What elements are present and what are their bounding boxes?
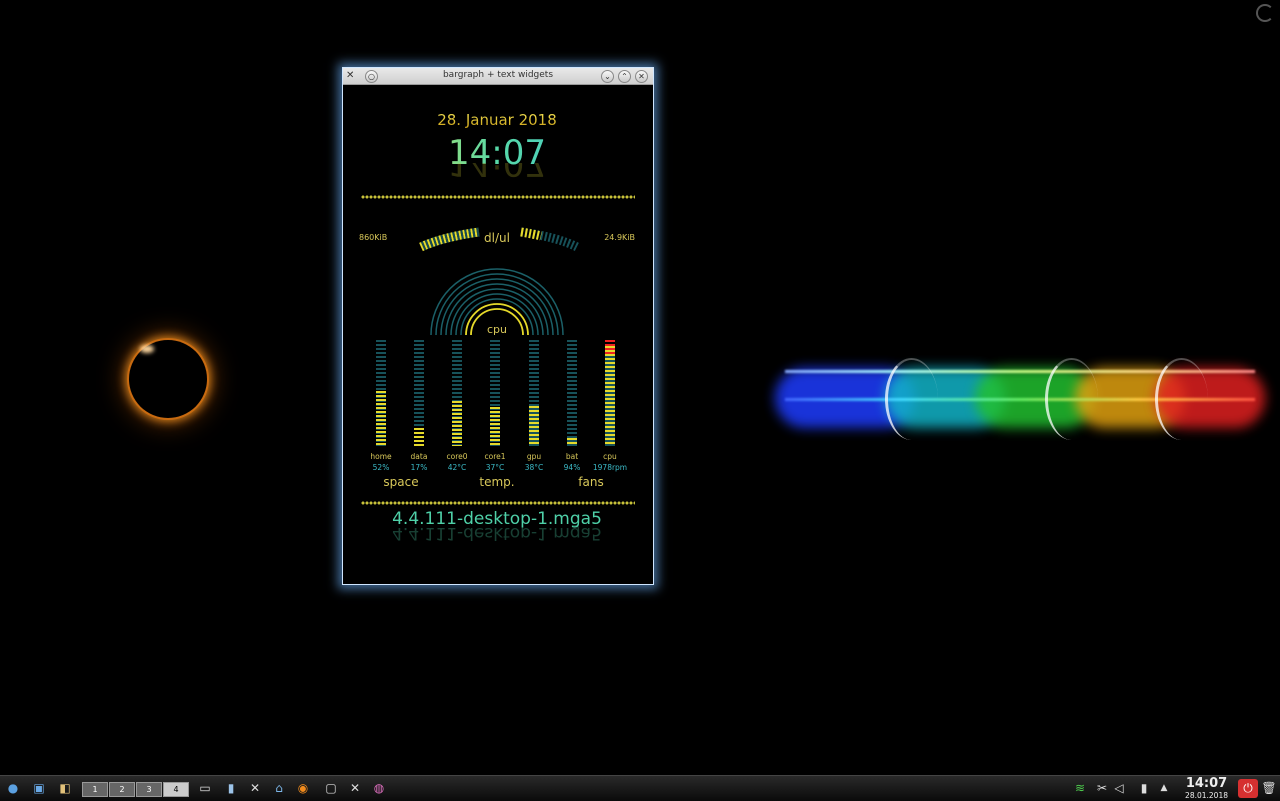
desktop-corner-icon[interactable] (1256, 4, 1274, 22)
bar-core1 (490, 340, 500, 446)
desktop-pager-4[interactable]: 4 (163, 782, 189, 797)
tray-clock-time: 14:07 (1185, 776, 1228, 791)
bar-fill-gpu (529, 406, 539, 446)
window-titlebar[interactable]: ✕ ○ bargraph + text widgets ⌄ ⌃ ✕ (343, 68, 653, 85)
power-icon[interactable]: ⏻ (1238, 779, 1258, 798)
window-minimize-button[interactable]: ⌄ (601, 70, 614, 83)
widget-window[interactable]: ✕ ○ bargraph + text widgets ⌄ ⌃ ✕ 28. Ja… (342, 67, 654, 585)
bar-cpu (605, 340, 615, 446)
show-desktop-icon[interactable]: ▣ (30, 780, 48, 797)
bar-value-cpu: 1978rpm (592, 463, 628, 472)
bar-value-gpu: 38°C (524, 463, 544, 472)
bar-value-core0: 42°C (447, 463, 467, 472)
bar-core0 (452, 340, 462, 446)
bar-overheat-cpu (605, 340, 615, 356)
tray-clock-date: 28.01.2018 (1185, 791, 1228, 800)
bar-fill-core1 (490, 407, 500, 446)
app-icon-pink[interactable]: ◍ (370, 780, 388, 797)
bar-fill-bat (567, 438, 577, 446)
widget-content: 28. Januar 2018 14:07 14:07 860KiB 24.9K… (343, 85, 651, 582)
clipboard-icon[interactable]: ✂ (1094, 780, 1110, 797)
bar-fill-cpu (605, 346, 615, 446)
clock-reflection: 14:07 (448, 163, 546, 183)
taskbar: ● ▣ ◧ 1 2 3 4 ▭ ▮ ✕ ⌂ ◉ ▢ ✕ ◍ ≋ ✂ ◁ ▲ ▮ … (0, 775, 1280, 801)
system-settings-icon[interactable]: ✕ (246, 780, 264, 797)
bar-data (414, 340, 424, 446)
tray-expand-icon[interactable]: ▲ (1158, 780, 1170, 797)
firefox-icon[interactable]: ◉ (294, 780, 312, 797)
download-gauge (419, 227, 480, 252)
eclipse-glint (140, 345, 154, 353)
window-close-button[interactable]: ✕ (635, 70, 648, 83)
bar-gpu (529, 340, 539, 446)
cpu-gauge-label: cpu (486, 323, 507, 336)
bar-label-gpu: gpu (526, 452, 542, 461)
bar-fill-home (376, 391, 386, 446)
dotted-divider-top (361, 195, 635, 199)
app-launcher-icon[interactable]: ● (4, 780, 22, 797)
desktop-pager-2[interactable]: 2 (109, 782, 135, 797)
bar-bat (567, 340, 577, 446)
upload-gauge (520, 227, 580, 252)
eclipse-wallpaper-art (129, 340, 207, 418)
device-notifier-icon[interactable]: ▮ (222, 780, 240, 797)
dotted-divider-bottom (361, 501, 635, 505)
bar-fill-data (414, 428, 424, 446)
trash-icon[interactable]: 🗑 (1260, 780, 1278, 797)
bar-label-data: data (410, 452, 428, 461)
kernel-version-reflection: 4.4.111-desktop-1.mga5 (392, 525, 602, 543)
rainbow-tube-wallpaper-art (775, 350, 1265, 450)
battery-icon[interactable]: ▮ (1136, 780, 1152, 797)
net-cpu-gauges (419, 227, 580, 336)
tray-clock[interactable]: 14:07 28.01.2018 (1185, 776, 1228, 801)
volume-icon[interactable]: ◁ (1112, 780, 1126, 797)
bar-label-core0: core0 (446, 452, 468, 461)
bar-value-bat: 94% (563, 463, 581, 472)
group-label-space: space (383, 475, 419, 489)
terminal-icon[interactable]: ▭ (196, 780, 214, 797)
bar-value-core1: 37°C (485, 463, 505, 472)
wifi-icon[interactable]: ≋ (1072, 780, 1088, 797)
group-label-temp: temp. (479, 475, 515, 489)
task-x-icon[interactable]: ✕ (346, 780, 364, 797)
window-maximize-button[interactable]: ⌃ (618, 70, 631, 83)
monitor-icon[interactable]: ▢ (322, 780, 340, 797)
bar-label-bat: bat (565, 452, 579, 461)
desktop-pager-1[interactable]: 1 (82, 782, 108, 797)
bar-label-core1: core1 (484, 452, 506, 461)
file-manager-icon[interactable]: ◧ (56, 780, 74, 797)
network-tools-icon[interactable]: ⌂ (270, 780, 288, 797)
group-label-fans: fans (578, 475, 604, 489)
desktop-pager-3[interactable]: 3 (136, 782, 162, 797)
bar-label-cpu: cpu (603, 452, 617, 461)
bargraphs: home 52% data 17% core0 42°C core1 37°C gpu 38°C b… (343, 340, 651, 472)
bar-home (376, 340, 386, 446)
bar-fill-core0 (452, 401, 462, 446)
bar-value-data: 17% (410, 463, 428, 472)
date-text: 28. Januar 2018 (343, 111, 651, 129)
bar-value-home: 52% (372, 463, 390, 472)
bar-label-home: home (370, 452, 392, 461)
